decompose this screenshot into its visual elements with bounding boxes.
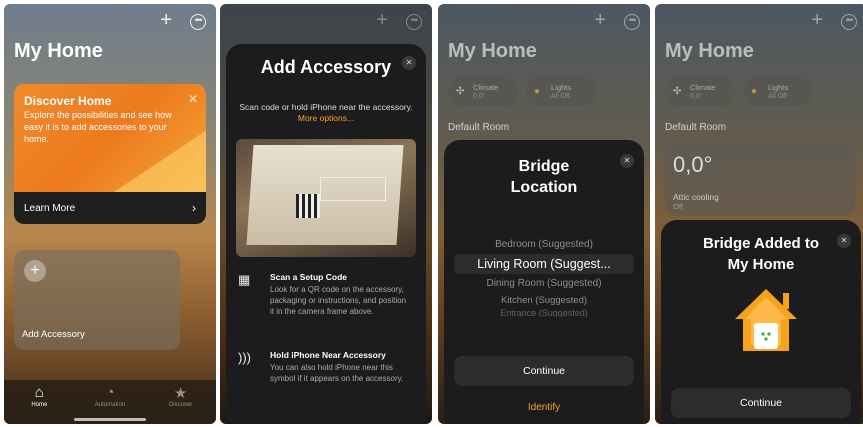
more-icon[interactable]: ••• bbox=[190, 14, 206, 30]
screen-bridge-added: + ••• My Home ✣ Climate 0,0° ● Lights Al… bbox=[655, 4, 863, 424]
home-indicator bbox=[74, 418, 146, 421]
temperature-value: 0,0° bbox=[673, 152, 713, 177]
discover-title: Discover Home bbox=[24, 94, 112, 108]
add-icon: + bbox=[376, 9, 388, 31]
chip-label: Climate bbox=[690, 83, 716, 92]
chevron-right-icon: › bbox=[192, 201, 196, 215]
tab-label: Automation bbox=[94, 402, 126, 408]
room-label: Default Room bbox=[665, 122, 727, 133]
home-icon: ⌂ bbox=[34, 384, 44, 401]
climate-chip: ✣ Climate 0,0° bbox=[448, 78, 518, 106]
sheet-title: Add Accessory bbox=[260, 57, 392, 77]
attic-cooling-tile: 0,0° Attic cooling Off bbox=[665, 144, 855, 216]
bridge-location-sheet: ✕ Bridge Location Bedroom (Suggested) Li… bbox=[444, 140, 644, 424]
chip-label: Climate bbox=[473, 83, 499, 92]
tile-status: Off bbox=[673, 202, 683, 211]
tab-label: Discover bbox=[168, 402, 193, 408]
add-icon[interactable]: + bbox=[160, 9, 172, 32]
more-icon: ••• bbox=[406, 14, 422, 30]
star-icon: ★ bbox=[173, 385, 188, 402]
sheet-title: Bridge Location bbox=[510, 158, 578, 196]
screen-my-home: + ••• My Home Discover Home Explore the … bbox=[4, 4, 216, 424]
add-accessory-sheet: ✕ Add Accessory Scan code or hold iPhone… bbox=[226, 44, 426, 424]
nfc-title: Hold iPhone Near Accessory bbox=[270, 350, 386, 360]
home-icon bbox=[735, 289, 797, 351]
bridge-added-sheet: ✕ Bridge Added to My Home Continue bbox=[661, 220, 861, 424]
plus-icon: + bbox=[24, 260, 46, 282]
subtitle-text: Scan code or hold iPhone near the access… bbox=[239, 102, 413, 112]
add-accessory-label: Add Accessory bbox=[22, 329, 85, 340]
lights-chip: ● Lights All Off bbox=[526, 78, 596, 106]
page-title: My Home bbox=[448, 40, 537, 62]
sheet-title: Bridge Added to My Home bbox=[702, 235, 820, 273]
more-icon: ••• bbox=[624, 14, 640, 30]
bulb-icon: ● bbox=[751, 86, 758, 97]
qr-code bbox=[296, 194, 320, 218]
continue-button[interactable]: Continue bbox=[671, 388, 851, 418]
add-icon: + bbox=[594, 9, 606, 31]
more-options-link[interactable]: More options... bbox=[298, 113, 354, 123]
nfc-description: You can also hold iPhone near this symbo… bbox=[270, 363, 404, 383]
scan-title: Scan a Setup Code bbox=[270, 272, 347, 282]
add-accessory-card[interactable]: + Add Accessory bbox=[14, 250, 180, 350]
screen-add-accessory: + ••• ✕ Add Accessory Scan code or hold … bbox=[220, 4, 432, 424]
clock-icon: ◔ bbox=[105, 384, 115, 401]
tile-name: Attic cooling bbox=[673, 192, 719, 202]
chip-label: Lights bbox=[551, 83, 572, 92]
page-title: My Home bbox=[14, 40, 103, 62]
picker-option-selected[interactable]: Living Room (Suggest... bbox=[454, 254, 634, 274]
lights-chip: ● Lights All Off bbox=[743, 78, 813, 106]
continue-button[interactable]: Continue bbox=[454, 356, 634, 386]
close-icon[interactable]: ✕ bbox=[188, 92, 198, 106]
scan-description: Look for a QR code on the accessory, pac… bbox=[270, 285, 407, 316]
qr-code-icon: ▦ bbox=[238, 272, 251, 287]
chip-value: All Off bbox=[768, 93, 787, 100]
learn-more-button[interactable]: Learn More › bbox=[14, 192, 206, 224]
screen-bridge-location: + ••• My Home ✣ Climate 0,0° ● Lights Al… bbox=[438, 4, 650, 424]
identify-link[interactable]: Identify bbox=[444, 402, 644, 413]
bulb-icon: ● bbox=[534, 86, 541, 97]
fan-icon: ✣ bbox=[673, 86, 682, 97]
tab-label: Home bbox=[31, 402, 48, 408]
discover-home-card[interactable]: Discover Home Explore the possibilities … bbox=[14, 84, 206, 224]
picker-option[interactable]: Dining Room (Suggested) bbox=[454, 275, 634, 292]
climate-chip: ✣ Climate 0,0° bbox=[665, 78, 735, 106]
sheet-subtitle: Scan code or hold iPhone near the access… bbox=[236, 102, 416, 124]
learn-more-label: Learn More bbox=[24, 203, 76, 214]
more-icon: ••• bbox=[841, 14, 857, 30]
chip-label: Lights bbox=[768, 83, 789, 92]
camera-frame bbox=[320, 177, 386, 201]
add-icon: + bbox=[811, 9, 823, 31]
picker-option[interactable]: Bedroom (Suggested) bbox=[454, 236, 634, 253]
camera-view bbox=[236, 139, 416, 257]
chip-value: 0,0° bbox=[473, 93, 486, 100]
picker-option[interactable]: Kitchen (Suggested) bbox=[454, 292, 634, 309]
nfc-icon: ))) bbox=[238, 350, 251, 365]
tab-discover[interactable]: ★ Discover bbox=[151, 384, 211, 424]
room-label: Default Room bbox=[448, 122, 510, 133]
picker-option[interactable]: Entrance (Suggested) bbox=[454, 309, 634, 317]
tab-home[interactable]: ⌂ Home bbox=[9, 384, 69, 424]
page-title: My Home bbox=[665, 40, 754, 62]
chip-value: All Off bbox=[551, 93, 570, 100]
chip-value: 0,0° bbox=[690, 93, 703, 100]
room-picker[interactable]: Bedroom (Suggested) Living Room (Suggest… bbox=[454, 236, 634, 317]
fan-icon: ✣ bbox=[456, 86, 465, 97]
discover-text: Explore the possibilities and see how ea… bbox=[24, 110, 172, 144]
